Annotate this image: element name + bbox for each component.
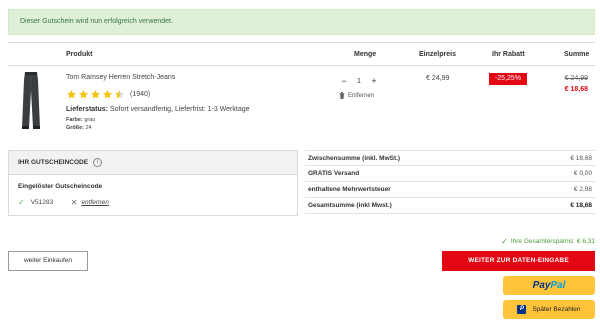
- paypal-button[interactable]: PayPal: [503, 276, 595, 295]
- remove-coupon-link[interactable]: entfernen: [81, 199, 108, 206]
- delivery-label: Lieferstatus:: [66, 106, 109, 113]
- subtotal-row: Zwischensumme (inkl. MwSt.) € 18,68: [305, 150, 595, 166]
- cart-table-header: Produkt Menge Einzelpreis Ihr Rabatt Sum…: [8, 42, 595, 66]
- discount-badge: -25,25%: [489, 73, 527, 85]
- quantity-stepper: − 1 +: [339, 76, 379, 86]
- redeemed-coupon-label: Eingelöster Gutscheincode: [18, 183, 103, 190]
- rating-stars: (1940): [66, 88, 150, 100]
- order-totals: Zwischensumme (inkl. MwSt.) € 18,68 GRAT…: [305, 150, 595, 214]
- success-alert: Dieser Gutschein wird nun erfolgreich ve…: [8, 9, 595, 35]
- redeemed-coupon-row: ✓ V51283 ✕ entfernen: [18, 198, 109, 207]
- subtotal-value: € 18,68: [570, 154, 592, 162]
- header-discount: Ihr Rabatt: [492, 51, 525, 58]
- star-full-icon: [102, 89, 113, 99]
- vat-row: enthaltene Mehrwertsteuer € 2,98: [305, 182, 595, 198]
- header-total: Summe: [564, 51, 590, 58]
- close-icon[interactable]: ✕: [71, 198, 78, 207]
- size-value: 24: [85, 125, 92, 131]
- star-full-icon: [78, 89, 89, 99]
- shipping-row: GRATIS Versand € 0,00: [305, 166, 595, 182]
- unit-price: € 24,99: [426, 75, 450, 82]
- total-savings: ✓ Ihre Gesamtersparnis: € 6,31: [501, 237, 595, 246]
- paypal-icon: P: [517, 305, 527, 314]
- star-half-icon: [114, 89, 125, 99]
- product-image[interactable]: [16, 70, 46, 130]
- star-full-icon: [66, 89, 77, 99]
- size-label: Größe:: [66, 125, 85, 131]
- product-size: Größe: 24: [66, 125, 92, 131]
- shipping-label: GRATIS Versand: [308, 170, 360, 177]
- grand-total-row: Gesamtsumme (inkl Mwst.) € 18,68: [305, 198, 595, 214]
- grand-total-label: Gesamtsumme (inkl Mwst.): [308, 202, 392, 209]
- coupon-title-bar: IHR GUTSCHEINCODE i: [9, 151, 297, 175]
- shipping-value: € 0,00: [573, 170, 592, 177]
- remove-item-label: Entfernen: [348, 92, 375, 99]
- rating-count[interactable]: (1940): [130, 91, 150, 98]
- quantity-decrease-button[interactable]: −: [339, 76, 349, 86]
- vat-label: enthaltene Mehrwertsteuer: [308, 186, 391, 193]
- pay-later-button[interactable]: P Später Bezahlen: [503, 300, 595, 319]
- coupon-title: IHR GUTSCHEINCODE: [18, 159, 89, 166]
- paypal-logo-pal: Pal: [550, 280, 566, 291]
- coupon-code: V51283: [30, 199, 54, 206]
- pay-later-label: Später Bezahlen: [532, 306, 581, 313]
- product-name[interactable]: Tom Ramsey Herren Stretch-Jeans: [66, 74, 175, 81]
- product-color: Farbe: grau: [66, 117, 95, 123]
- info-icon[interactable]: i: [93, 158, 103, 167]
- new-price: € 18,68: [564, 86, 588, 93]
- quantity-value[interactable]: 1: [349, 78, 369, 85]
- color-value: grau: [84, 117, 96, 123]
- color-label: Farbe:: [66, 117, 83, 123]
- check-icon: ✓: [501, 237, 508, 246]
- grand-total-value: € 18,68: [570, 202, 592, 209]
- coupon-panel: IHR GUTSCHEINCODE i Eingelöster Gutschei…: [8, 150, 298, 216]
- check-icon: ✓: [18, 198, 25, 207]
- old-price: € 24,99: [564, 75, 588, 82]
- trash-icon: [339, 92, 345, 99]
- quantity-increase-button[interactable]: +: [369, 76, 379, 86]
- subtotal-label: Zwischensumme (inkl. MwSt.): [308, 154, 401, 162]
- header-product: Produkt: [66, 51, 93, 58]
- vat-value: € 2,98: [573, 186, 592, 193]
- header-unit-price: Einzelpreis: [419, 51, 456, 58]
- savings-text: Ihre Gesamtersparnis: € 6,31: [510, 238, 595, 245]
- checkout-button[interactable]: WEITER ZUR DATEN-EINGABE: [442, 251, 595, 271]
- remove-item-button[interactable]: Entfernen: [339, 92, 374, 99]
- star-full-icon: [90, 89, 101, 99]
- paypal-logo-pay: Pay: [532, 280, 551, 291]
- continue-shopping-button[interactable]: weiter Einkaufen: [8, 251, 88, 271]
- delivery-status: Lieferstatus: Sofort versandfertig, Lief…: [66, 106, 250, 113]
- delivery-value: Sofort versandfertig, Lieferfrist: 1-3 W…: [109, 106, 250, 113]
- header-quantity: Menge: [354, 51, 377, 58]
